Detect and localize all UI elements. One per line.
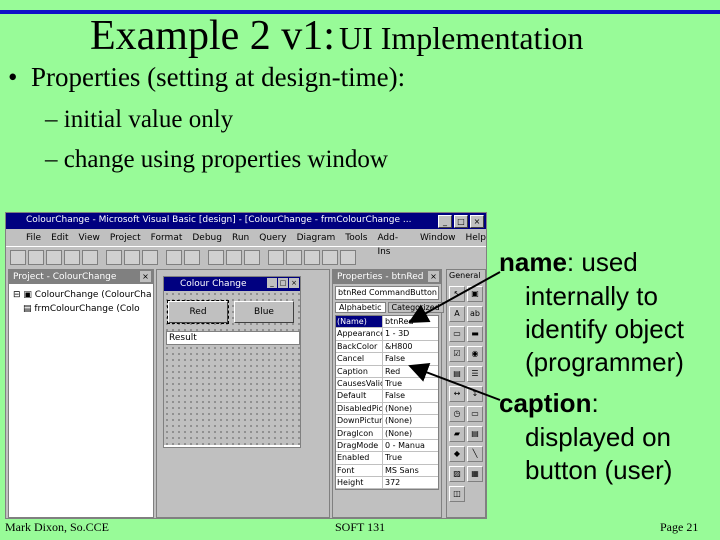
- name-note-line3: identify object: [525, 314, 684, 344]
- footer-author: Mark Dixon, So.CCE: [5, 520, 110, 534]
- caption-note-line2: displayed on: [525, 422, 671, 452]
- name-note-line1: name: used: [499, 247, 638, 278]
- caption-note-text: :: [591, 388, 599, 418]
- footer-course: SOFT 131: [335, 520, 386, 534]
- name-note-text: : used: [566, 247, 638, 277]
- name-note-line2: internally to: [525, 281, 658, 311]
- caption-note-line1: caption:: [499, 388, 599, 419]
- footer-page: Page 21: [660, 520, 699, 534]
- name-arrow: [408, 271, 501, 323]
- name-term: name: [499, 247, 567, 277]
- name-note-line4: (programmer): [525, 347, 684, 377]
- caption-term: caption: [499, 388, 592, 418]
- caption-note-line3: button (user): [525, 455, 673, 485]
- caption-arrow: [408, 363, 501, 401]
